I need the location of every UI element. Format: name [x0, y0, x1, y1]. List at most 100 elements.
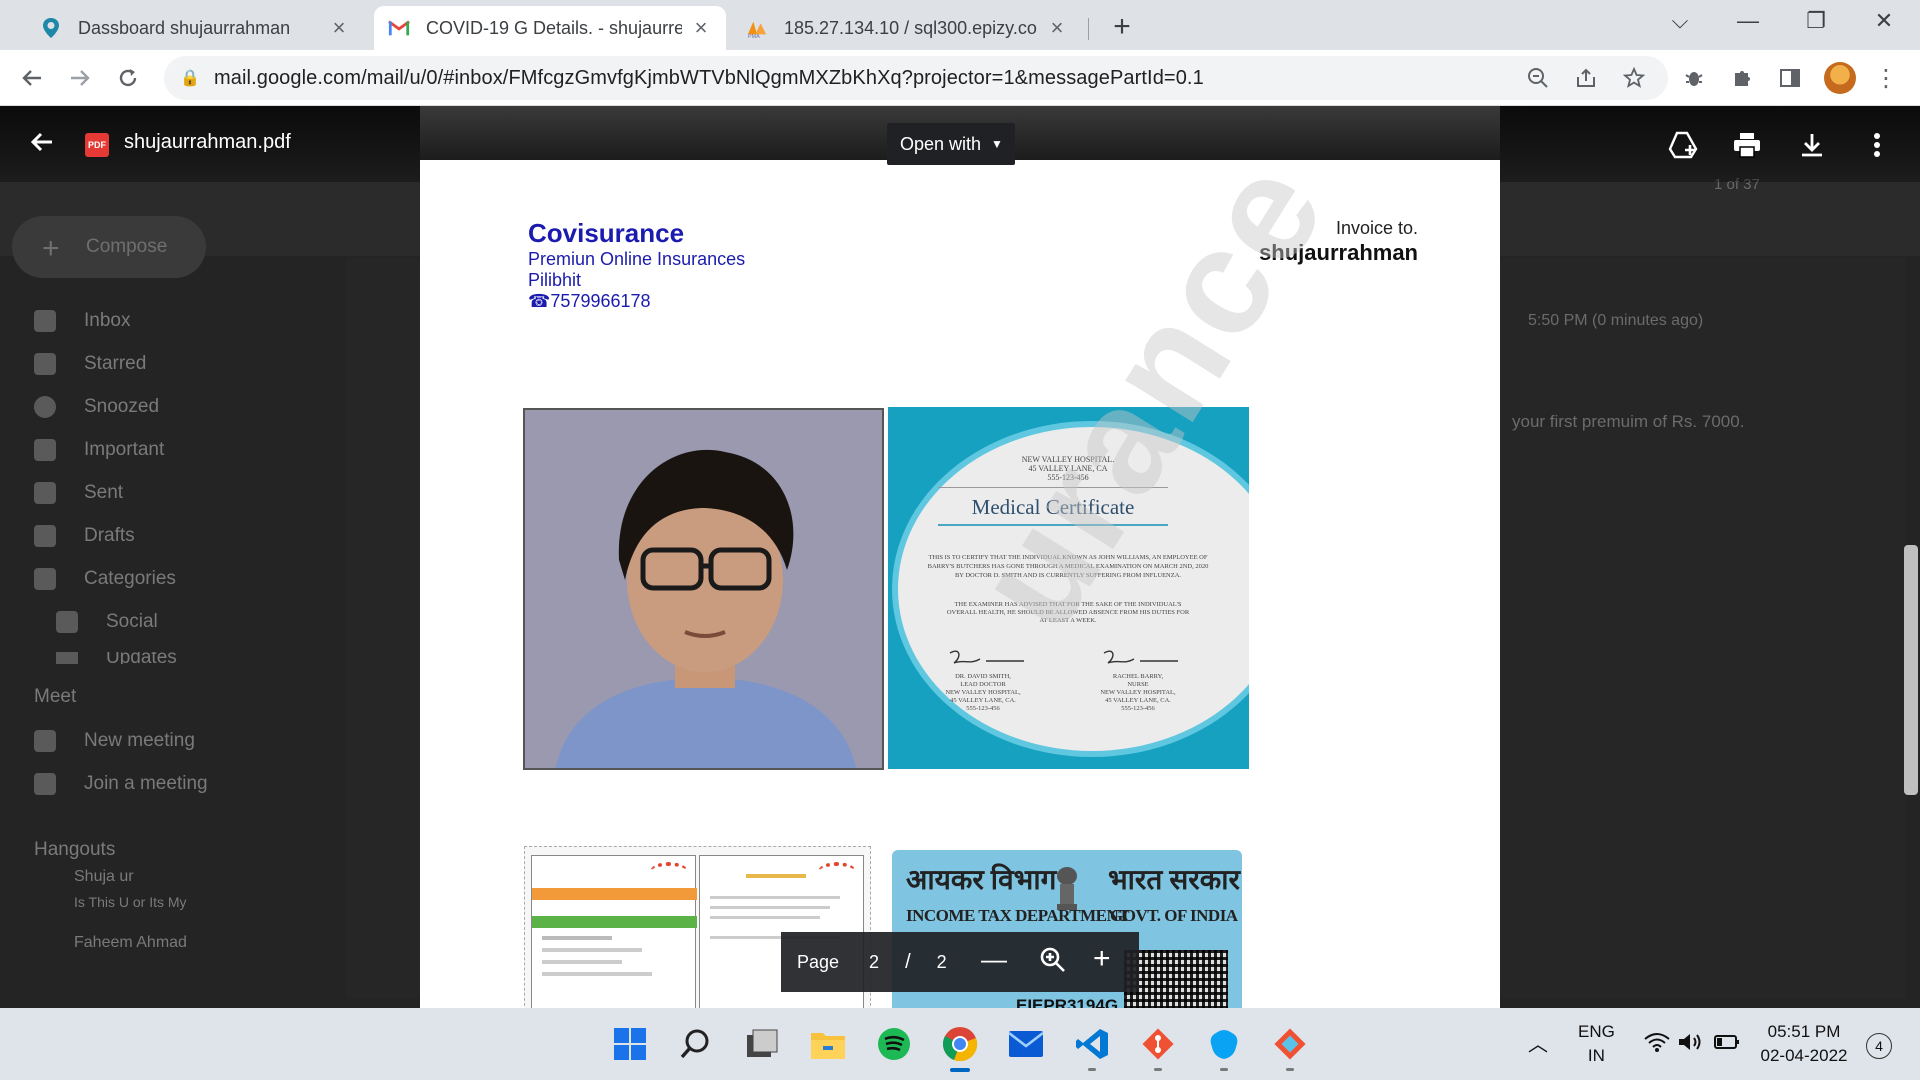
clock-time: 05:51 PM [1767, 1022, 1841, 1041]
certificate-signer-nurse: RACHEL BARRY, NURSE NEW VALLEY HOSPITAL,… [1100, 673, 1176, 712]
tab-title: 185.27.134.10 / sql300.epizy.com [784, 17, 1038, 38]
close-tab-icon[interactable]: × [328, 15, 350, 41]
bookmark-star-icon[interactable] [1618, 62, 1650, 94]
meet-item-label: Join a meeting [84, 773, 208, 794]
zoom-in-button[interactable]: + [1093, 944, 1111, 974]
current-page-input[interactable]: 2 [869, 952, 879, 973]
new-tab-button[interactable]: + [1106, 10, 1138, 44]
file-explorer-icon[interactable] [806, 1022, 850, 1066]
meet-new-meeting[interactable]: New meeting [34, 730, 195, 752]
gmail-icon [388, 17, 410, 39]
more-actions-icon[interactable] [1860, 128, 1894, 162]
sidebar-item-sent[interactable]: Sent [34, 482, 123, 504]
keyboard-icon [34, 773, 56, 795]
close-tab-icon[interactable]: × [690, 15, 712, 41]
sidebar-item-snoozed[interactable]: Snoozed [34, 396, 159, 418]
volume-icon[interactable] [1678, 1032, 1704, 1057]
show-hidden-icons-chevron-icon[interactable]: ︿ [1528, 1028, 1548, 1057]
sidebar-item-label: Drafts [84, 525, 135, 546]
pan-qr-code [1124, 950, 1228, 1008]
hangouts-header: Hangouts [34, 839, 115, 861]
bug-extension-icon[interactable] [1678, 62, 1710, 94]
back-button[interactable] [16, 62, 48, 94]
language-indicator[interactable]: ENG IN [1578, 1022, 1615, 1066]
pan-eng-govt: GOVT. OF INDIA [1110, 906, 1238, 925]
add-to-drive-icon[interactable] [1666, 128, 1700, 162]
download-icon[interactable] [1795, 128, 1829, 162]
chrome-icon[interactable] [938, 1022, 982, 1066]
wifi-icon[interactable] [1644, 1032, 1670, 1057]
close-viewer-button[interactable] [28, 128, 58, 158]
sidebar-item-label: Snoozed [84, 396, 160, 417]
zoom-icon[interactable] [1522, 62, 1554, 94]
viewer-scrollbar[interactable] [1904, 545, 1918, 795]
send-icon [34, 482, 56, 504]
spotify-icon[interactable] [872, 1022, 916, 1066]
windows-start-icon[interactable] [608, 1022, 652, 1066]
search-icon[interactable] [674, 1022, 718, 1066]
hangouts-contact[interactable]: Shuja ur [74, 868, 134, 886]
sidebar-item-inbox[interactable]: Inbox [34, 310, 130, 332]
minimize-button[interactable]: — [1728, 8, 1768, 34]
active-app-indicator [950, 1068, 970, 1072]
aadhaar-text-line [710, 906, 830, 909]
lock-icon[interactable]: 🔒 [180, 68, 202, 88]
task-view-icon[interactable] [740, 1022, 784, 1066]
video-icon [34, 730, 56, 752]
print-icon[interactable] [1730, 128, 1764, 162]
aadhaar-text-line [542, 948, 642, 952]
pan-eng-dept: INCOME TAX DEPARTMENT [906, 906, 1130, 925]
nodejs-icon[interactable] [1202, 1022, 1246, 1066]
aadhaar-text-line [710, 896, 840, 899]
chrome-menu-icon[interactable]: ⋮ [1870, 62, 1902, 94]
company-phone: ☎7579966178 [528, 291, 651, 311]
restore-button[interactable]: ❐ [1796, 8, 1836, 34]
meet-header: Meet [34, 686, 76, 708]
doctor-signature-icon [949, 650, 1024, 664]
zoom-reset-icon[interactable] [1039, 946, 1067, 979]
close-tab-icon[interactable]: × [1046, 15, 1068, 41]
side-panel-icon[interactable] [1774, 62, 1806, 94]
svg-text:PMA: PMA [748, 34, 760, 39]
sidebar-item-categories[interactable]: Categories [34, 568, 176, 590]
extensions-puzzle-icon[interactable] [1726, 62, 1758, 94]
aadhaar-text-line [542, 960, 622, 964]
tab-dashboard[interactable]: Dassboard shujaurrahman × [26, 6, 364, 50]
reload-button[interactable] [112, 62, 144, 94]
open-with-button[interactable]: Open with ▼ [887, 123, 1015, 165]
applicant-photo [523, 408, 884, 770]
sidebar-item-important[interactable]: Important [34, 439, 164, 461]
inbox-icon [34, 310, 56, 332]
star-icon [34, 353, 56, 375]
meet-join-meeting[interactable]: Join a meeting [34, 773, 208, 795]
notification-count-badge[interactable]: 4 [1866, 1033, 1892, 1059]
compose-button[interactable]: + Compose [12, 216, 206, 278]
forward-button[interactable] [64, 62, 96, 94]
sidebar-item-social[interactable]: Social [56, 611, 158, 633]
address-url: mail.google.com/mail/u/0/#inbox/FMfcgzGm… [214, 66, 1204, 89]
close-window-button[interactable]: ✕ [1864, 8, 1904, 34]
sidebar-item-updates[interactable]: Updates [56, 652, 177, 664]
tab-phpmyadmin[interactable]: PMA 185.27.134.10 / sql300.epizy.com × [732, 6, 1082, 50]
hangouts-contact[interactable]: Faheem Ahmad [74, 934, 187, 952]
vscode-icon[interactable] [1070, 1022, 1114, 1066]
zoom-out-button[interactable]: — [981, 946, 1007, 972]
sidebar-item-starred[interactable]: Starred [34, 353, 146, 375]
profile-avatar[interactable] [1824, 62, 1856, 94]
tab-covid-details[interactable]: COVID-19 G Details. - shujaurreh × [374, 6, 726, 50]
mail-icon[interactable] [1004, 1022, 1048, 1066]
ashoka-emblem-icon [1057, 867, 1077, 910]
browser-toolbar: 🔒 mail.google.com/mail/u/0/#inbox/FMfcgz… [0, 50, 1920, 106]
clock-date: 02-04-2022 [1760, 1046, 1848, 1065]
gmail-sidebar: + Compose Inbox Starred Snoozed Importan… [0, 106, 340, 1008]
phpmyadmin-icon: PMA [746, 17, 768, 39]
tab-search-chevron-icon[interactable]: ⌵ [1660, 8, 1700, 34]
clock[interactable]: 05:51 PM 02-04-2022 [1756, 1022, 1852, 1066]
share-icon[interactable] [1570, 62, 1602, 94]
sidebar-item-drafts[interactable]: Drafts [34, 525, 135, 547]
git-icon[interactable] [1136, 1022, 1180, 1066]
battery-icon[interactable] [1714, 1034, 1740, 1055]
tab-title: Dassboard shujaurrahman [78, 17, 291, 38]
address-bar[interactable]: 🔒 mail.google.com/mail/u/0/#inbox/FMfcgz… [164, 56, 1668, 100]
git-kraken-icon[interactable] [1268, 1022, 1312, 1066]
